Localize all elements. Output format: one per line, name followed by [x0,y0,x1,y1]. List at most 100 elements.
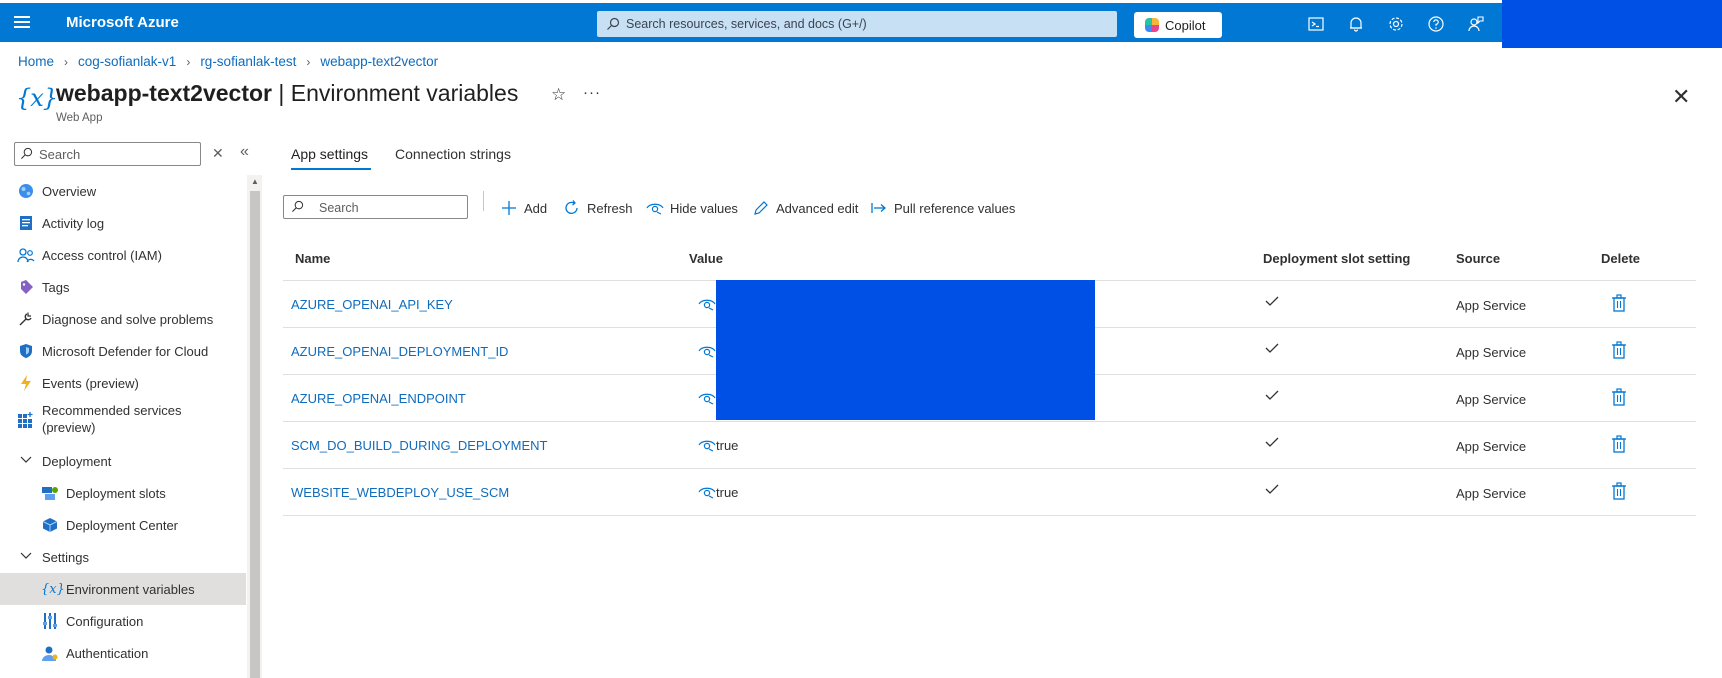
copilot-label: Copilot [1165,18,1206,33]
trash-icon[interactable] [1611,341,1627,359]
sidebar-group-deployment[interactable]: Deployment [0,445,246,477]
breadcrumb: Home › cog-sofianlak-v1 › rg-sofianlak-test ›… [18,54,438,69]
terminal-icon[interactable] [1306,14,1326,34]
setting-name-link[interactable]: AZURE_OPENAI_ENDPOINT [291,391,466,406]
breadcrumb-home[interactable]: Home [18,54,54,69]
sidebar-item-environment-variables[interactable]: {x} Environment variables [0,573,246,605]
sidebar-item-events[interactable]: Events (preview) [0,367,246,399]
menu-icon[interactable] [14,16,30,28]
setting-name-link[interactable]: SCM_DO_BUILD_DURING_DEPLOYMENT [291,438,547,453]
setting-value: true [716,438,739,453]
trash-icon[interactable] [1611,482,1627,500]
hide-values-label: Hide values [670,200,738,216]
sidebar-item-label-2: (preview) [42,420,96,435]
table-row: WEBSITE_WEBDEPLOY_USE_SCM true App Servi… [283,468,1696,515]
setting-source: App Service [1456,439,1527,454]
breadcrumb-resource[interactable]: cog-sofianlak-v1 [78,54,176,69]
sidebar-item-label: Events (preview) [42,375,139,391]
sidebar-item-label: Configuration [66,613,144,629]
lightning-icon [17,374,35,392]
search-icon [21,147,33,159]
sidebar-item-label: Deployment Center [66,517,178,533]
trash-icon[interactable] [1611,294,1627,312]
sidebar-item-configuration[interactable]: Configuration [0,605,246,637]
more-options-icon[interactable]: ··· [583,84,601,101]
advanced-edit-label: Advanced edit [776,200,859,216]
sidebar-scrollbar-thumb[interactable] [250,191,260,678]
sidebar-item-deployment-center[interactable]: Deployment Center [0,509,246,541]
gear-icon[interactable] [1386,14,1406,34]
search-icon [292,200,304,212]
sidebar-item-iam[interactable]: Access control (IAM) [0,239,246,271]
eye-icon[interactable] [698,344,716,358]
sidebar-item-overview[interactable]: Overview [0,175,246,207]
column-header-source[interactable]: Source [1456,251,1500,266]
cube-icon [41,516,59,534]
sliders-icon [41,612,59,630]
advanced-edit-button[interactable]: Advanced edit [752,199,858,217]
star-icon[interactable]: ☆ [551,85,566,105]
feedback-icon[interactable] [1466,14,1486,34]
eye-icon[interactable] [698,297,716,311]
brand-name[interactable]: Microsoft Azure [66,14,179,31]
column-header-slot-setting[interactable]: Deployment slot setting [1263,251,1410,266]
sidebar-item-defender[interactable]: Microsoft Defender for Cloud [0,335,246,367]
tab-connection-strings[interactable]: Connection strings [395,146,511,162]
toolbar-divider [483,191,484,211]
sidebar-item-label: Diagnose and solve problems [42,311,214,327]
refresh-label: Refresh [587,200,633,216]
sidebar-item-label: Authentication [66,645,149,661]
sidebar-item-tags[interactable]: Tags [0,271,246,303]
close-icon[interactable]: ✕ [1672,84,1690,110]
top-bar: Microsoft Azure Search resources, servic… [0,3,1722,42]
slots-icon [41,484,59,502]
eye-icon[interactable] [698,391,716,405]
add-label: Add [524,200,548,216]
eye-icon[interactable] [698,485,716,499]
refresh-button[interactable]: Refresh [563,199,633,217]
sidebar-item-deployment-slots[interactable]: Deployment slots [0,477,246,509]
sidebar-item-activity-log[interactable]: Activity log [0,207,246,239]
bell-icon[interactable] [1346,14,1366,34]
scroll-up-icon[interactable]: ▲ [251,177,259,186]
page-title-section: | Environment variables [272,80,519,106]
setting-name-link[interactable]: AZURE_OPENAI_DEPLOYMENT_ID [291,344,508,359]
globe-icon [17,182,35,200]
help-icon[interactable] [1426,14,1446,34]
arrow-to-line-icon [870,199,888,217]
pull-reference-values-button[interactable]: Pull reference values [870,199,1015,217]
setting-name-link[interactable]: WEBSITE_WEBDEPLOY_USE_SCM [291,485,509,500]
search-placeholder: Search resources, services, and docs (G+… [626,17,867,31]
checkmark-icon [1265,390,1279,400]
sidebar-item-authentication[interactable]: Authentication [0,637,246,669]
sidebar-search-input[interactable]: Search [14,142,201,166]
collapse-sidebar-icon[interactable]: « [240,143,249,161]
breadcrumb-resource-group[interactable]: rg-sofianlak-test [200,54,296,69]
settings-search-input[interactable]: Search [283,195,468,219]
trash-icon[interactable] [1611,388,1627,406]
breadcrumb-webapp[interactable]: webapp-text2vector [320,54,438,69]
chevron-down-icon [20,455,32,467]
tab-app-settings[interactable]: App settings [291,146,368,162]
global-search-input[interactable]: Search resources, services, and docs (G+… [597,11,1117,37]
chevron-right-icon: › [306,55,311,69]
setting-source: App Service [1456,486,1527,501]
sidebar-item-diagnose[interactable]: Diagnose and solve problems [0,303,246,335]
sidebar-item-recommended-services[interactable]: Recommended services (preview) [0,399,246,441]
trash-icon[interactable] [1611,435,1627,453]
setting-name-link[interactable]: AZURE_OPENAI_API_KEY [291,297,453,312]
grid-plus-icon [17,411,35,429]
clear-icon[interactable]: ✕ [212,145,224,162]
hide-values-button[interactable]: Hide values [646,199,738,217]
table-row: SCM_DO_BUILD_DURING_DEPLOYMENT true App … [283,421,1696,468]
page-title: webapp-text2vector | Environment variabl… [56,80,518,107]
sidebar-group-settings[interactable]: Settings [0,541,246,573]
person-key-icon [41,644,59,662]
eye-icon[interactable] [698,438,716,452]
copilot-button[interactable]: Copilot [1134,12,1222,38]
column-header-value[interactable]: Value [689,251,723,266]
pull-reference-label: Pull reference values [894,200,1016,216]
column-header-name[interactable]: Name [295,251,330,266]
sidebar-item-label: Overview [42,183,97,199]
add-button[interactable]: Add [500,199,547,217]
